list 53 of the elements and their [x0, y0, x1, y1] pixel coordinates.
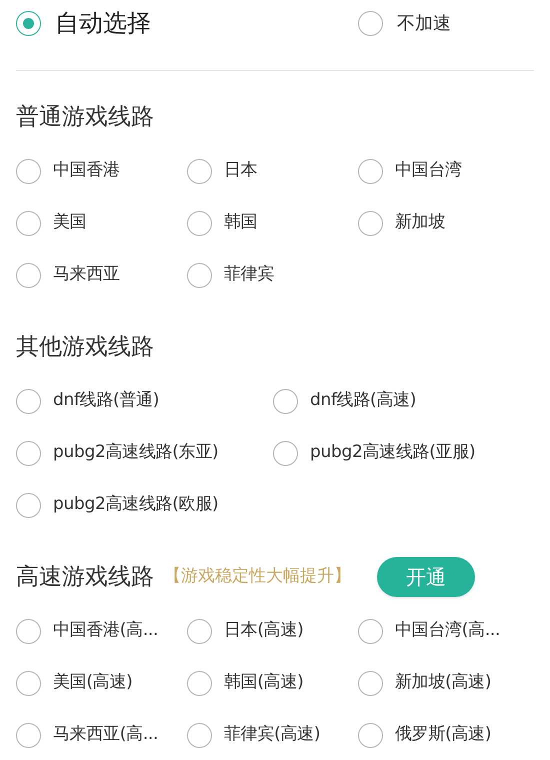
promo-note: 【游戏稳定性大幅提升】 [164, 565, 351, 588]
radio-button[interactable] [187, 670, 212, 696]
option-label: 菲律宾(高速) [224, 723, 320, 746]
radio-button[interactable] [358, 618, 383, 644]
radio-button[interactable] [187, 262, 212, 288]
option-label: 新加坡 [395, 211, 446, 234]
section-title: 其他游戏线路 [16, 332, 154, 362]
radio-button[interactable] [16, 158, 41, 184]
option-label: dnf线路(普通) [53, 389, 160, 412]
radio-button[interactable] [16, 440, 41, 466]
option-label: dnf线路(高速) [310, 389, 416, 412]
option-label: 韩国 [224, 211, 258, 234]
option-label: 中国台湾 [395, 159, 462, 182]
radio-button[interactable] [16, 262, 41, 288]
radio-button[interactable] [358, 158, 383, 184]
radio-button[interactable] [16, 492, 41, 518]
radio-button[interactable] [16, 670, 41, 696]
radio-button[interactable] [16, 210, 41, 236]
radio-button[interactable] [273, 388, 298, 414]
option-label: 韩国(高速) [224, 671, 304, 694]
option-label: 日本 [224, 159, 258, 182]
radio-button[interactable] [16, 618, 41, 644]
radio-button[interactable] [16, 10, 41, 36]
radio-button[interactable] [358, 722, 383, 748]
radio-button[interactable] [187, 158, 212, 184]
option-label: 新加坡(高速) [395, 671, 492, 694]
option-label: 美国(高速) [53, 671, 132, 694]
radio-button[interactable] [358, 670, 383, 696]
option-label: 中国台湾(高... [395, 619, 500, 642]
option-label: 日本(高速) [224, 619, 304, 642]
option-label: 中国香港(高... [53, 619, 158, 642]
option-label: pubg2高速线路(东亚) [53, 441, 218, 464]
option-label: 马来西亚(高... [53, 723, 158, 746]
radio-button[interactable] [358, 10, 383, 36]
option-label: pubg2高速线路(欧服) [53, 493, 218, 516]
option-label: 菲律宾 [224, 263, 274, 286]
activate-button[interactable]: 开通 [377, 557, 475, 597]
radio-button[interactable] [358, 210, 383, 236]
radio-button[interactable] [187, 722, 212, 748]
option-label: pubg2高速线路(亚服) [310, 441, 476, 464]
option-label: 美国 [53, 211, 86, 234]
radio-button[interactable] [187, 210, 212, 236]
radio-button[interactable] [187, 618, 212, 644]
option-label: 中国香港 [53, 159, 120, 182]
option-label: 不加速 [397, 12, 451, 36]
option-label: 俄罗斯(高速) [395, 723, 492, 746]
radio-button[interactable] [16, 388, 41, 414]
radio-button[interactable] [273, 440, 298, 466]
section-title: 高速游戏线路 [16, 562, 154, 592]
option-label: 马来西亚 [53, 263, 120, 286]
section-title: 普通游戏线路 [16, 102, 154, 132]
option-label: 自动选择 [55, 8, 151, 39]
radio-button[interactable] [16, 722, 41, 748]
